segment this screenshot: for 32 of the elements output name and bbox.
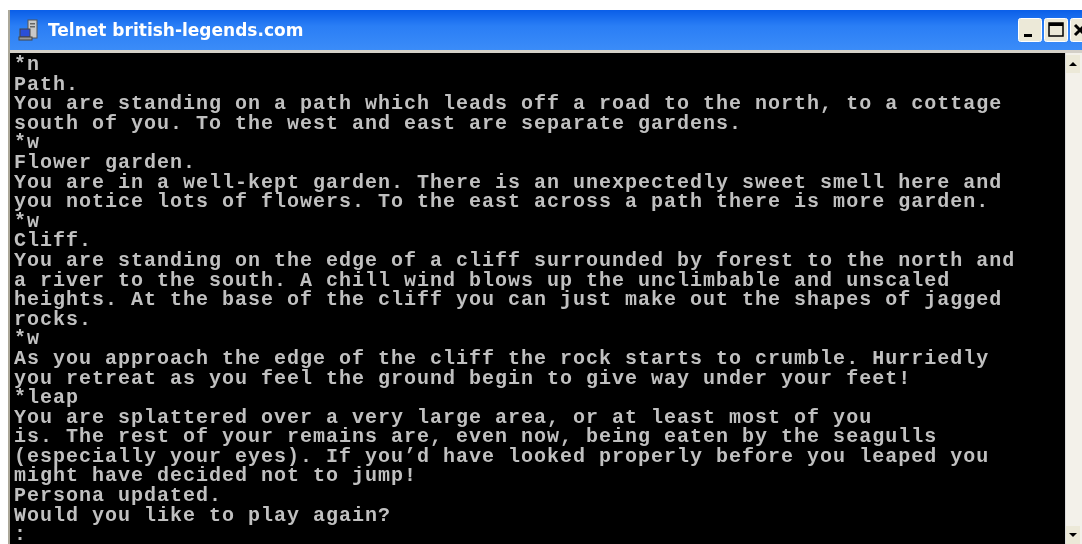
computer-icon bbox=[18, 19, 40, 41]
terminal-line: *n bbox=[14, 55, 40, 75]
scroll-up-icon[interactable] bbox=[1066, 55, 1080, 73]
terminal-line: Persona updated. bbox=[14, 486, 224, 506]
terminal-line: You are standing on a path which leads off a road to the north, to a cottage bbox=[14, 94, 1004, 114]
minimize-button[interactable] bbox=[1018, 18, 1042, 42]
terminal-line: *leap bbox=[14, 388, 80, 408]
terminal-line: south of you. To the west and east are separate gardens. bbox=[14, 113, 744, 134]
terminal-line: You are splattered over a very large area, or at least most of you bbox=[14, 407, 873, 428]
terminal-line: Would you like to play again? bbox=[14, 505, 393, 526]
terminal-line: As you approach the edge of the cliff the rock starts to crumble. Hurriedly bbox=[14, 348, 991, 369]
terminal-line: *w bbox=[14, 211, 40, 232]
terminal-line: a river to the south. A chill wind blows up the unclimbable and unscaled bbox=[14, 270, 951, 291]
close-button[interactable] bbox=[1070, 18, 1082, 42]
terminal-line: : bbox=[14, 525, 28, 544]
window-title: Telnet british-legends.com bbox=[48, 20, 304, 40]
terminal-line: Flower garden. bbox=[14, 152, 197, 173]
maximize-button[interactable] bbox=[1044, 18, 1068, 42]
scroll-down-icon[interactable] bbox=[1066, 526, 1080, 544]
terminal-line: you retreat as you feel the ground begin to give way under your feet! bbox=[14, 368, 912, 389]
terminal-line: You are in a well-kept garden. There is an unexpectedly sweet smell here and bbox=[14, 172, 1004, 193]
terminal-line: (especially your eyes). If you’d have looked properly before you leaped you bbox=[14, 446, 991, 467]
terminal-line: Cliff. bbox=[14, 231, 93, 251]
terminal-line: might have decided not to jump! bbox=[14, 466, 418, 487]
terminal-line: *w bbox=[14, 329, 41, 349]
terminal-line: rocks. bbox=[14, 309, 92, 330]
terminal-line: is. The rest of your remains are, even now, being eaten by the seagulls bbox=[14, 427, 939, 447]
terminal-line: you notice lots of flowers. To the east across a path there is more garden. bbox=[14, 192, 991, 212]
terminal-line: heights. At the base of the cliff you can just make out the shapes of jagged bbox=[14, 290, 1004, 310]
terminal-line: *w bbox=[14, 133, 40, 153]
terminal-line: You are standing on the edge of a cliff surrounded by forest to the north and bbox=[14, 250, 1017, 271]
terminal-line: Path. bbox=[14, 74, 80, 95]
